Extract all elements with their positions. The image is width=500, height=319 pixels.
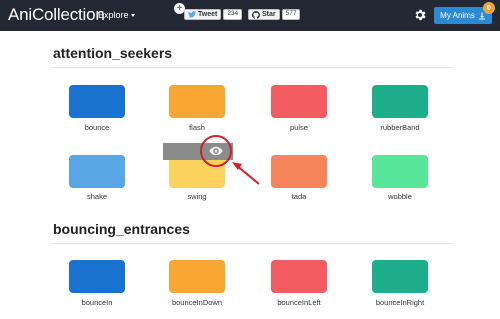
top-navbar: AniCollection Explore Tweet 234 Star 577… xyxy=(0,0,500,31)
animation-tile-flash[interactable] xyxy=(169,85,225,118)
github-star-label: Star xyxy=(262,11,276,18)
animation-label: wobble xyxy=(388,192,412,201)
github-star-count: 577 xyxy=(281,9,301,20)
annotation-arrow-line xyxy=(235,164,260,185)
github-icon xyxy=(252,10,260,19)
tweet-count: 234 xyxy=(223,9,243,20)
animation-label: swing xyxy=(187,192,207,201)
annotation-arrowhead xyxy=(232,162,242,170)
my-anims-label: My Anims xyxy=(440,11,475,20)
animation-label: shake xyxy=(86,192,107,201)
section-title-attention-seekers: attention_seekers xyxy=(53,45,173,61)
animation-tile-bouncein[interactable] xyxy=(69,260,125,293)
animation-tile-shake[interactable] xyxy=(69,155,125,188)
animation-label: bounceInRight xyxy=(375,298,425,307)
animation-label: tada xyxy=(291,192,307,201)
animation-label: rubberBand xyxy=(380,123,420,132)
gear-icon[interactable] xyxy=(413,8,427,22)
section-divider xyxy=(53,67,451,68)
animation-tile-pulse[interactable] xyxy=(271,85,327,118)
animation-label: pulse xyxy=(290,123,308,132)
github-star-widget: Star 577 xyxy=(248,9,301,20)
explore-menu[interactable]: Explore xyxy=(98,10,135,20)
twitter-icon xyxy=(188,11,196,18)
my-anims-count-badge: 0 xyxy=(483,2,495,14)
animation-tile-wobble[interactable] xyxy=(372,155,428,188)
animation-label: bounceInDown xyxy=(171,298,223,307)
animation-tile-bounce[interactable] xyxy=(69,85,125,118)
section-divider xyxy=(53,243,451,244)
animation-tile-rubberband[interactable] xyxy=(372,85,428,118)
animation-tile-tada[interactable] xyxy=(271,155,327,188)
github-star-button[interactable]: Star xyxy=(248,9,280,20)
animation-label: bounce xyxy=(84,123,110,132)
section-title-bouncing-entrances: bouncing_entrances xyxy=(53,221,190,237)
brand-logo[interactable]: AniCollection xyxy=(8,5,105,25)
animation-label: bounceInLeft xyxy=(277,298,321,307)
tweet-label: Tweet xyxy=(198,11,218,18)
tweet-button[interactable]: Tweet xyxy=(184,9,222,20)
caret-down-icon xyxy=(130,14,135,18)
eye-icon[interactable] xyxy=(209,146,223,156)
animation-label: bounceIn xyxy=(81,298,113,307)
tweet-widget: Tweet 234 xyxy=(184,9,243,20)
animation-tile-bounceindown[interactable] xyxy=(169,260,225,293)
animation-tile-bounceinleft[interactable] xyxy=(271,260,327,293)
explore-label: Explore xyxy=(98,10,129,20)
plus-icon[interactable]: + xyxy=(174,3,185,14)
animation-tile-bounceinright[interactable] xyxy=(372,260,428,293)
animation-label: flash xyxy=(189,123,205,132)
